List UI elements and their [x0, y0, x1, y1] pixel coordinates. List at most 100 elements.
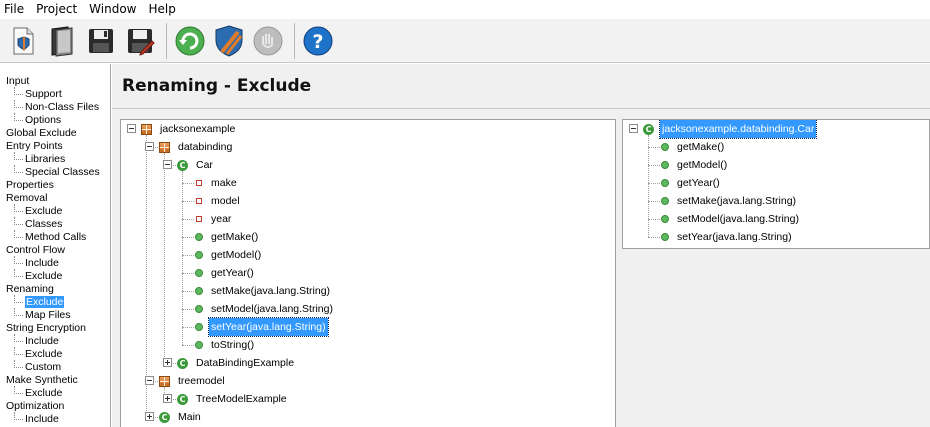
tree-node-method[interactable]: toString(): [195, 336, 256, 354]
nav-item-control-flow[interactable]: Control Flow: [0, 244, 110, 257]
nav-item-removal[interactable]: Removal: [0, 192, 110, 205]
excluded-tree[interactable]: Cjacksonexample.databinding.Car getMake()…: [622, 119, 930, 249]
class-tree[interactable]: jacksonexample databinding C Car make model ye…: [120, 119, 616, 427]
tree-connector: [182, 345, 194, 346]
method-icon: [661, 161, 669, 169]
tree-node-class[interactable]: C DataBindingExample: [177, 354, 296, 372]
nav-item-exclude[interactable]: Exclude: [0, 347, 110, 361]
tree-node-label: year: [211, 213, 232, 225]
save-as-button[interactable]: [123, 24, 157, 58]
package-icon: [141, 123, 152, 135]
tree-node-label: setMake(java.lang.String): [677, 195, 797, 207]
tree-node-label: TreeModelExample: [196, 393, 287, 405]
tree-node-class[interactable]: C Main: [159, 408, 203, 426]
collapse-toggle[interactable]: [145, 142, 154, 151]
tree-node-field[interactable]: year: [195, 210, 233, 228]
stop-button[interactable]: [251, 24, 285, 58]
menu-bar: File Project Window Help: [0, 0, 930, 18]
collapse-toggle[interactable]: [163, 160, 172, 169]
tree-node-field[interactable]: make: [195, 174, 239, 192]
obfuscate-button[interactable]: [212, 24, 246, 58]
open-project-button[interactable]: [45, 24, 79, 58]
tree-node-method[interactable]: getModel(): [661, 156, 729, 174]
menu-project[interactable]: Project: [34, 2, 81, 16]
nav-item-method-calls[interactable]: Method Calls: [0, 230, 110, 244]
title-divider: [112, 108, 930, 109]
class-icon: C: [177, 357, 188, 369]
nav-item-make-synthetic[interactable]: Make Synthetic: [0, 374, 110, 387]
toolbar-separator: [166, 22, 167, 59]
tree-node-class[interactable]: C TreeModelExample: [177, 390, 289, 408]
tree-node-method[interactable]: getYear(): [661, 174, 722, 192]
nav-item-exclude[interactable]: Exclude: [0, 295, 110, 309]
nav-item-custom[interactable]: Custom: [0, 360, 110, 374]
tree-node-package[interactable]: databinding: [159, 138, 234, 156]
collapse-toggle[interactable]: [127, 124, 136, 133]
tree-node-field[interactable]: model: [195, 192, 242, 210]
tree-node-method[interactable]: setModel(java.lang.String): [661, 210, 801, 228]
nav-item-string-encryption[interactable]: String Encryption: [0, 322, 110, 335]
nav-item-global-exclude[interactable]: Global Exclude: [0, 127, 110, 140]
tree-node-label: jacksonexample: [160, 123, 236, 135]
tree-node-label: getYear(): [677, 177, 720, 189]
tree-node-class[interactable]: C Car: [177, 156, 215, 174]
collapse-toggle[interactable]: [629, 124, 638, 133]
tree-connector: [648, 183, 660, 184]
collapse-toggle[interactable]: [145, 376, 154, 385]
tree-connector: [182, 171, 183, 345]
nav-item-non-class-files[interactable]: Non-Class Files: [0, 100, 110, 114]
expand-toggle[interactable]: [145, 412, 154, 421]
tree-node-label: getYear(): [211, 267, 254, 279]
nav-item-properties[interactable]: Properties: [0, 179, 110, 192]
tree-node-package[interactable]: treemodel: [159, 372, 227, 390]
menu-window[interactable]: Window: [87, 2, 140, 16]
tree-node-method[interactable]: getModel(): [195, 246, 263, 264]
main-panel: Renaming - Exclude jacksonexample databin…: [112, 64, 930, 427]
nav-item-include[interactable]: Include: [0, 412, 110, 426]
tree-node-label: setModel(java.lang.String): [211, 303, 333, 315]
nav-item-map-files[interactable]: Map Files: [0, 308, 110, 322]
nav-item-entry-points[interactable]: Entry Points: [0, 140, 110, 153]
help-icon: ?: [303, 26, 333, 55]
menu-help[interactable]: Help: [146, 2, 179, 16]
expand-toggle[interactable]: [163, 358, 172, 367]
expand-toggle[interactable]: [163, 394, 172, 403]
method-icon: [661, 143, 669, 151]
tree-node-method[interactable]: setMake(java.lang.String): [661, 192, 798, 210]
tree-node-method[interactable]: getYear(): [195, 264, 256, 282]
nav-item-exclude[interactable]: Exclude: [0, 269, 110, 283]
nav-item-include[interactable]: Include: [0, 256, 110, 270]
refresh-button[interactable]: [173, 24, 207, 58]
class-icon: C: [159, 411, 170, 423]
nav-item-renaming[interactable]: Renaming: [0, 283, 110, 296]
nav-item-exclude[interactable]: Exclude: [0, 204, 110, 218]
nav-item-input[interactable]: Input: [0, 75, 110, 88]
save-icon: [89, 28, 113, 53]
nav-item-exclude[interactable]: Exclude: [0, 386, 110, 400]
help-button[interactable]: ?: [301, 24, 335, 58]
nav-item-special-classes[interactable]: Special Classes: [0, 165, 110, 179]
tree-node-package[interactable]: jacksonexample: [141, 120, 237, 138]
nav-item-support[interactable]: Support: [0, 87, 110, 101]
tree-node-method[interactable]: setModel(java.lang.String): [195, 300, 335, 318]
save-button[interactable]: [84, 24, 118, 58]
package-icon: [159, 375, 170, 387]
tree-node-label: setMake(java.lang.String): [211, 285, 331, 297]
tree-node-class[interactable]: Cjacksonexample.databinding.Car: [643, 120, 818, 139]
nav-item-include[interactable]: Include: [0, 334, 110, 348]
tree-node-method[interactable]: getMake(): [195, 228, 260, 246]
new-project-button[interactable]: [6, 24, 40, 58]
nav-item-optimization[interactable]: Optimization: [0, 400, 110, 413]
tree-node-method[interactable]: setYear(java.lang.String): [195, 317, 329, 337]
nav-item-libraries[interactable]: Libraries: [0, 152, 110, 166]
nav-item-label: Optimization: [6, 400, 65, 412]
nav-item-classes[interactable]: Classes: [0, 217, 110, 231]
tree-node-method[interactable]: getMake(): [661, 138, 726, 156]
nav-item-label: Support: [25, 88, 62, 100]
nav-item-label: String Encryption: [6, 322, 86, 334]
nav-item-options[interactable]: Options: [0, 113, 110, 127]
tree-node-method[interactable]: setMake(java.lang.String): [195, 282, 332, 300]
nav-item-label: Exclude: [25, 296, 65, 308]
menu-file[interactable]: File: [2, 2, 28, 16]
tree-node-method[interactable]: setYear(java.lang.String): [661, 228, 794, 246]
